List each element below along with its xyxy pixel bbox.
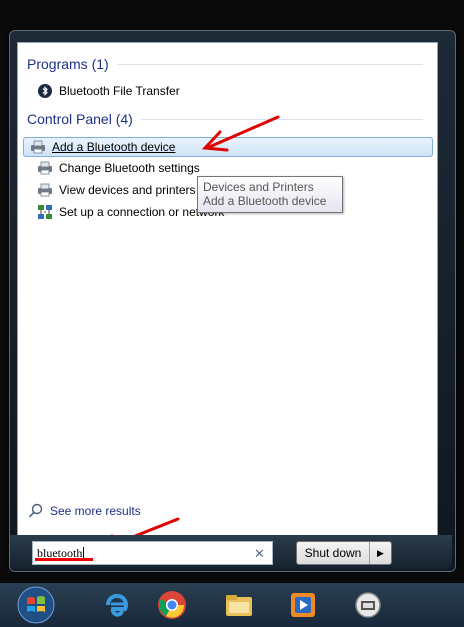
shutdown-options-arrow-icon[interactable]: ▶ (370, 548, 391, 559)
clear-search-icon[interactable]: ✕ (254, 546, 265, 562)
media-player-icon[interactable] (285, 587, 321, 623)
see-more-label: See more results (50, 504, 141, 518)
shutdown-button[interactable]: Shut down ▶ (296, 541, 392, 565)
search-annotation-underline (35, 558, 93, 561)
search-input[interactable]: bluetooth (32, 541, 273, 565)
shutdown-label: Shut down (297, 542, 370, 564)
see-more-results[interactable]: See more results (28, 503, 141, 519)
annotation-arrows (93, 115, 280, 556)
file-explorer-icon[interactable] (221, 587, 257, 623)
chrome-icon[interactable] (154, 587, 190, 623)
snipping-tool-icon[interactable] (350, 587, 386, 623)
windows-start-icon[interactable] (16, 585, 56, 625)
search-icon (28, 503, 43, 518)
internet-explorer-icon[interactable] (98, 587, 134, 623)
